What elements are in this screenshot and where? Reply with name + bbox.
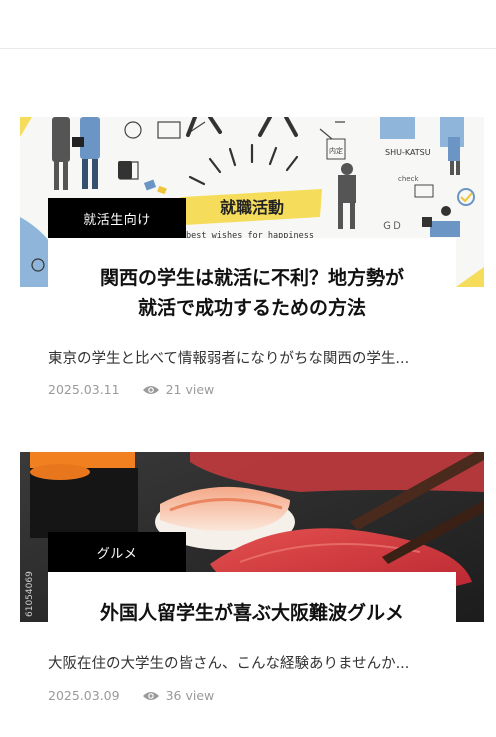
view-count: 21 view: [165, 382, 215, 397]
post-title-line-1[interactable]: 関西の学生は就活に不利？地方勢が: [20, 263, 484, 293]
naitei-tag: 内定: [329, 146, 343, 155]
post-meta: 2025.03.11 21 view: [48, 382, 214, 397]
view-count: 36 view: [165, 688, 215, 703]
post-title-line-2[interactable]: 就活で成功するための方法: [20, 293, 484, 323]
post-date: 2025.03.09: [48, 688, 120, 703]
site-header-bar: [0, 0, 496, 49]
eye-icon: [142, 690, 160, 702]
post-date: 2025.03.11: [48, 382, 120, 397]
post-title[interactable]: 外国人留学生が喜ぶ大阪難波グルメ: [20, 598, 484, 628]
banner-text: 就職活動: [220, 198, 284, 217]
category-badge[interactable]: 就活生向け: [48, 198, 186, 238]
post-title[interactable]: 関西の学生は就活に不利？地方勢が 就活で成功するための方法: [20, 263, 484, 323]
post-excerpt: 大阪在住の大学生の皆さん、こんな経験ありませんか...: [48, 656, 410, 672]
shukatsu-tag: SHU-KATSU: [385, 148, 431, 157]
svg-text:ＧＤ: ＧＤ: [382, 221, 402, 232]
post-excerpt: 東京の学生と比べて情報弱者になりがちな関西の学生...: [48, 351, 410, 367]
check-tag: check: [398, 175, 419, 183]
category-badge[interactable]: グルメ: [48, 532, 186, 572]
eye-icon: [142, 384, 160, 396]
post-meta: 2025.03.09 36 view: [48, 688, 214, 703]
